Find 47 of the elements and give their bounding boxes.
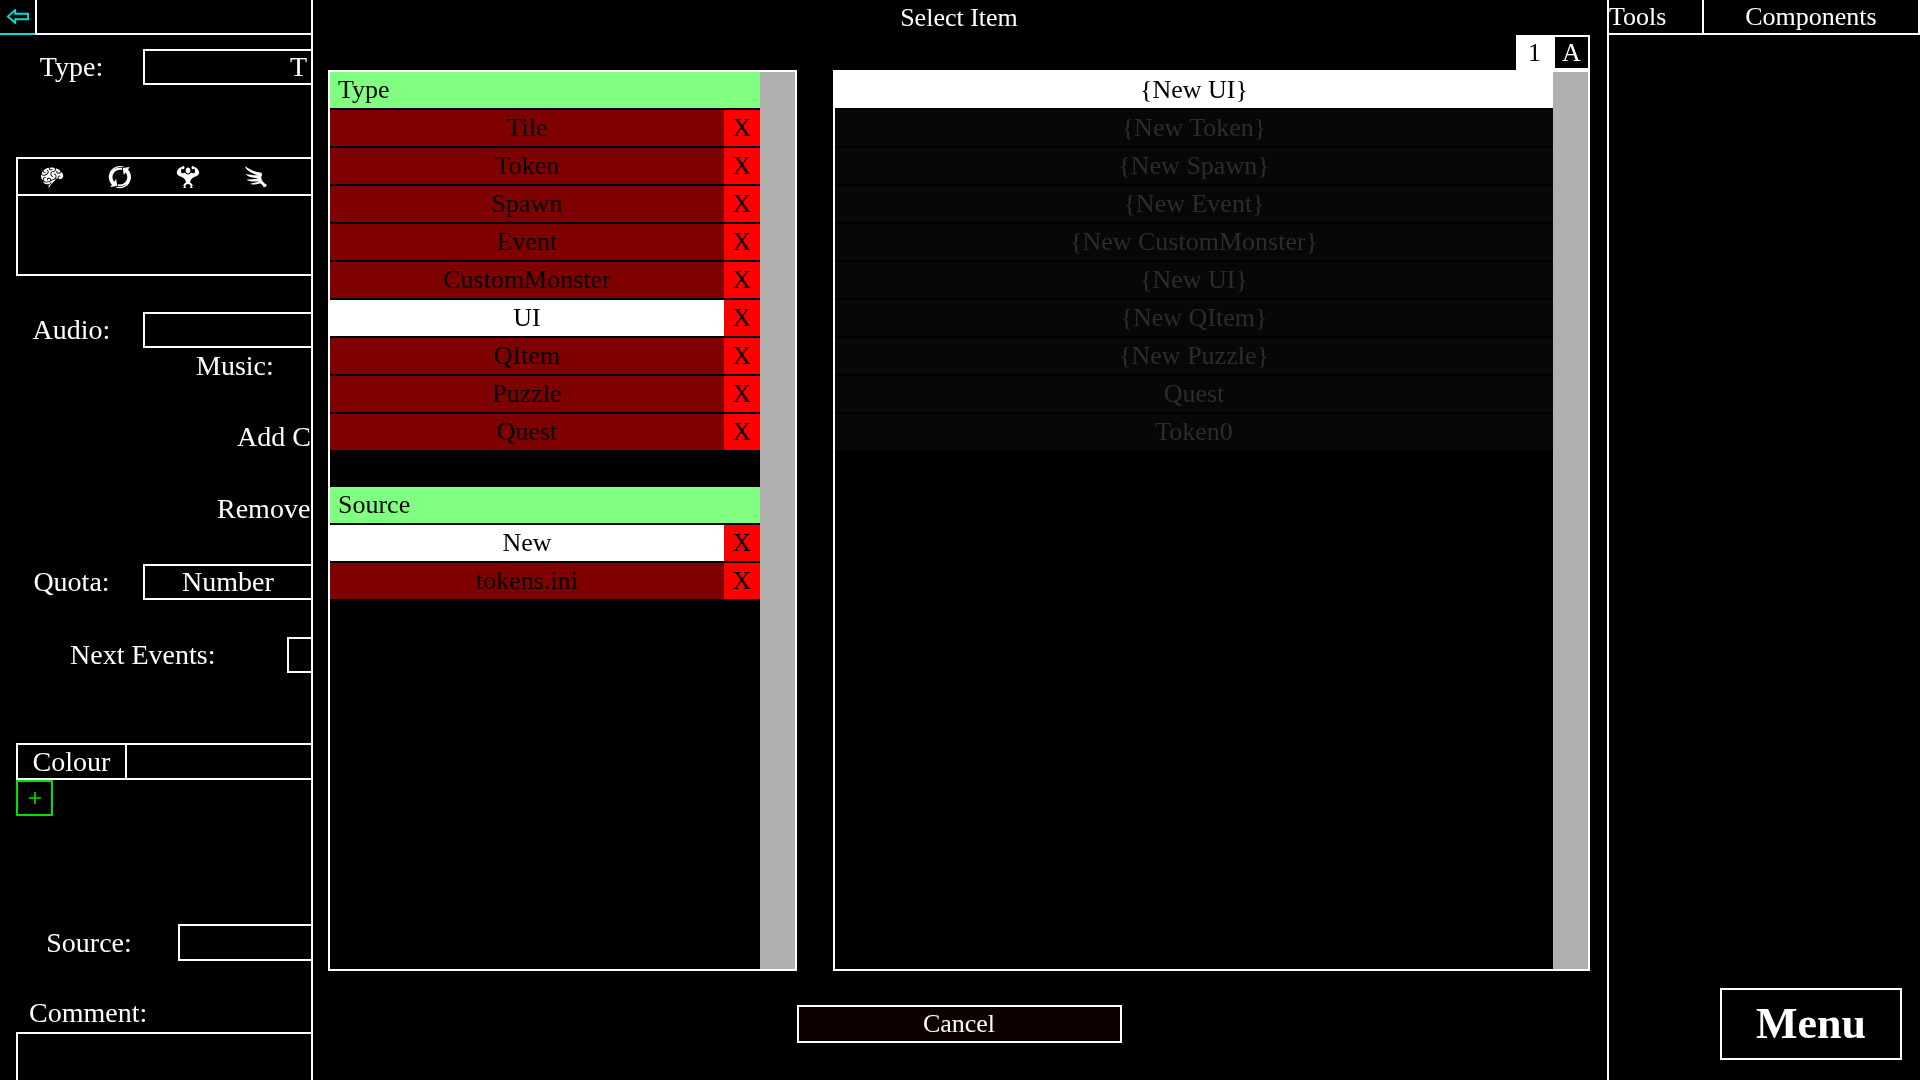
add-colour-button[interactable] — [16, 780, 53, 816]
remove-filter-button[interactable]: X — [724, 563, 760, 599]
remove-filter-button[interactable]: X — [724, 338, 760, 374]
remove-filter-button[interactable]: X — [724, 110, 760, 146]
colour-label: Colour — [18, 745, 127, 778]
flexing-torso-icon[interactable] — [176, 164, 200, 189]
source-label: Source: — [45, 928, 133, 957]
quota-label: Quota: — [32, 568, 111, 596]
quota-field[interactable]: Number — [143, 564, 311, 600]
comment-label: Comment: — [29, 999, 148, 1027]
menu-button[interactable]: Menu — [1720, 988, 1902, 1060]
cycle-arrows-icon[interactable] — [108, 164, 132, 189]
plus-icon — [28, 792, 41, 804]
filter-option[interactable]: New — [330, 525, 724, 561]
remove-label: Remove — [217, 495, 311, 523]
filter-option[interactable]: UI — [330, 300, 724, 336]
remove-filter-button[interactable]: X — [724, 148, 760, 184]
type-field[interactable]: T — [143, 49, 311, 85]
type-label: Type: — [38, 53, 105, 81]
scrollbar[interactable] — [760, 72, 795, 969]
cancel-button[interactable]: Cancel — [796, 1005, 1122, 1043]
music-label: Music: — [196, 352, 274, 380]
sort-toggle[interactable]: A — [1553, 35, 1590, 70]
filter-heading: Source — [330, 487, 760, 523]
remove-filter-button[interactable]: X — [724, 262, 760, 298]
remove-filter-button[interactable]: X — [724, 376, 760, 412]
comment-field[interactable] — [16, 1032, 311, 1080]
panel-tab[interactable]: Components — [1704, 0, 1920, 35]
add-label: Add C — [237, 423, 311, 451]
remove-filter-button[interactable]: X — [724, 224, 760, 260]
next-events-field[interactable] — [287, 637, 311, 673]
dialog-title: Select Item — [900, 4, 1018, 31]
back-arrow-icon — [6, 9, 29, 24]
remove-filter-button[interactable]: X — [724, 186, 760, 222]
sort-toggle[interactable]: 1 — [1516, 35, 1553, 70]
remove-filter-button[interactable]: X — [724, 525, 760, 561]
remove-filter-button[interactable]: X — [724, 414, 760, 450]
wing-icon[interactable] — [244, 164, 268, 189]
next-events-label: Next Events: — [70, 641, 216, 669]
remove-filter-button[interactable]: X — [724, 300, 760, 336]
audio-field[interactable] — [143, 312, 311, 348]
panel-tab[interactable]: Tools — [1609, 0, 1704, 35]
audio-label: Audio: — [31, 316, 112, 344]
scrollbar[interactable] — [1553, 72, 1588, 969]
filter-heading: Type — [330, 72, 760, 108]
item-row[interactable]: {New UI} — [835, 72, 1553, 108]
source-field[interactable] — [178, 924, 311, 961]
